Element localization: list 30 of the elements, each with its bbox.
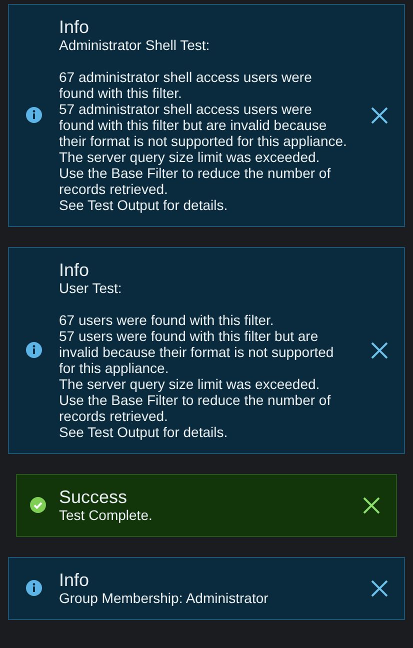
close-button[interactable]	[371, 106, 388, 124]
alert-title: Success	[59, 487, 128, 507]
close-button[interactable]	[363, 496, 380, 514]
close-icon	[363, 496, 380, 514]
alert-subtitle: User Test:	[59, 280, 123, 296]
close-button[interactable]	[371, 580, 388, 596]
alert-message: 57 administrator shell access users were found with this filter but are invalid because their format is not supported for this appliance.	[59, 101, 347, 149]
alert-title: Info	[59, 17, 90, 37]
alert-title: Info	[59, 570, 90, 590]
alert-message: The server query size limit was exceeded.	[59, 376, 321, 392]
info-icon	[26, 107, 42, 123]
alert-message: The server query size limit was exceeded.	[59, 149, 321, 165]
alert-message: See Test Output for details.	[59, 424, 229, 440]
alert-title: Info	[59, 260, 90, 280]
alert-message: Use the Base Filter to reduce the number of records retrieved.	[59, 165, 332, 197]
info-icon	[26, 580, 42, 596]
info-icon	[26, 342, 42, 358]
alert-subtitle: Group Membership: Administrator	[59, 590, 270, 606]
alert-subtitle: Administrator Shell Test:	[59, 37, 211, 53]
alert-message: See Test Output for details.	[59, 197, 229, 213]
check-circle-icon	[30, 497, 46, 513]
close-icon	[371, 106, 388, 124]
alert-message: Use the Base Filter to reduce the number of records retrieved.	[59, 392, 332, 424]
close-icon	[371, 580, 388, 596]
alert-message: 67 administrator shell access users were found with this filter.	[59, 69, 313, 101]
close-button[interactable]	[371, 342, 388, 358]
close-icon	[371, 342, 388, 358]
alert-subtitle: Test Complete.	[59, 507, 154, 523]
alert-message: 57 users were found with this filter but are invalid because their format is not supported for this appliance.	[59, 328, 335, 376]
alert-message: 67 users were found with this filter.	[59, 312, 275, 328]
